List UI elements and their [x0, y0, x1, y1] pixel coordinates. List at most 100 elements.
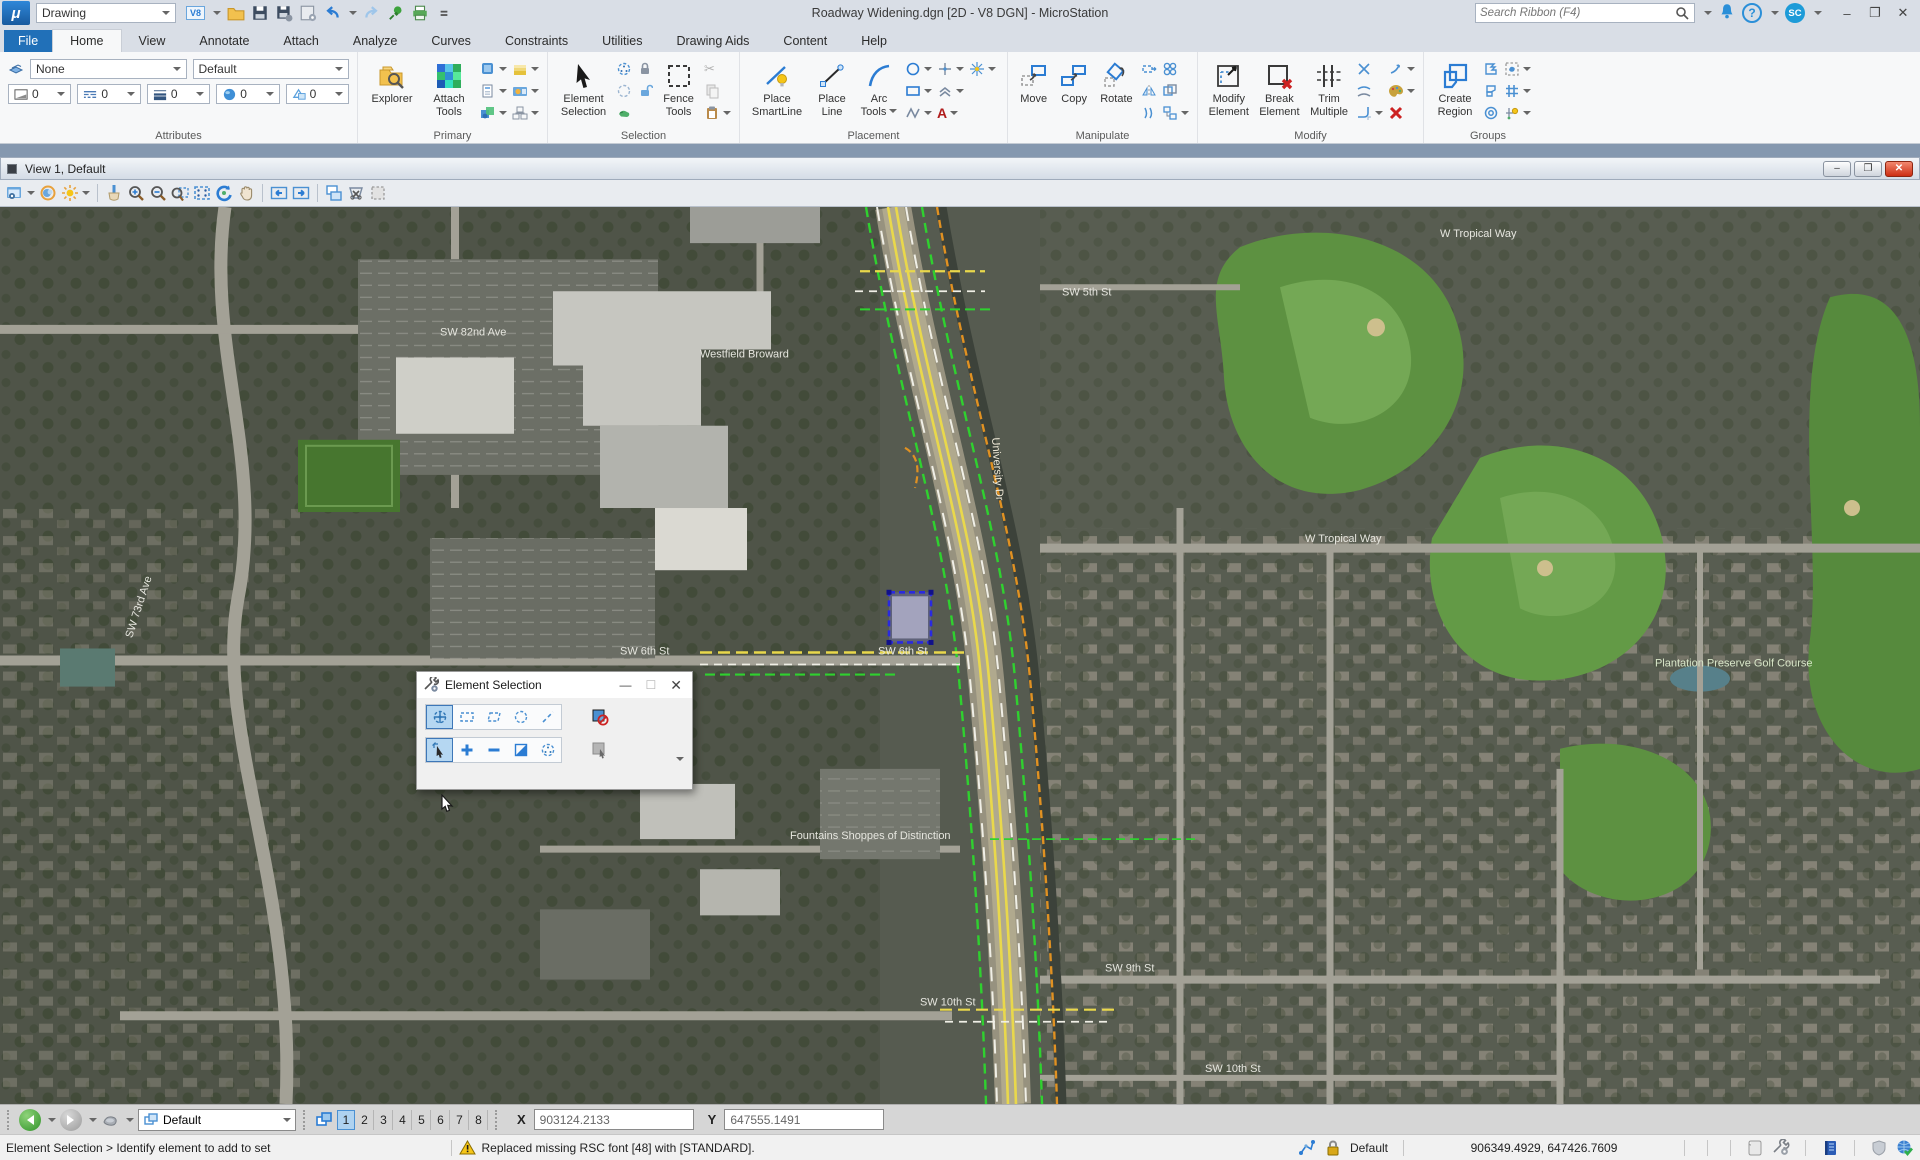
view-minimize-button[interactable]: – [1823, 161, 1851, 177]
mode-add-button[interactable] [453, 738, 480, 762]
move-parallel-button[interactable] [1141, 103, 1157, 122]
dialog-minimize-button[interactable]: — [620, 678, 632, 692]
x-coordinate-input[interactable] [534, 1109, 694, 1130]
view-groups-button[interactable] [512, 103, 539, 122]
view-next-button[interactable] [292, 182, 310, 204]
mode-subtract-button[interactable] [480, 738, 507, 762]
tab-view[interactable]: View [122, 30, 183, 52]
adjust-brightness-button[interactable] [61, 182, 90, 204]
method-line-button[interactable] [534, 705, 561, 729]
line-style-select[interactable]: 0 [77, 84, 140, 104]
array-button[interactable] [1162, 59, 1189, 78]
mirror-button[interactable] [1141, 81, 1157, 100]
lock-icon[interactable] [637, 59, 653, 78]
transparency-select[interactable]: 0 [286, 84, 349, 104]
help-icon[interactable]: ? [1742, 3, 1762, 23]
view-restore-button[interactable]: ❐ [1854, 161, 1882, 177]
line-weight-select[interactable]: 0 [147, 84, 210, 104]
level-display-button[interactable] [480, 59, 507, 78]
fillet-button[interactable] [1356, 103, 1383, 122]
tab-home[interactable]: Home [52, 29, 121, 52]
snap-mode-icon[interactable] [1298, 1139, 1316, 1157]
fence-tools-button[interactable]: Fence Tools [658, 57, 699, 118]
select-previous-icon[interactable] [616, 103, 632, 122]
standards-book-icon[interactable] [1821, 1139, 1839, 1157]
explorer-button[interactable]: Explorer [366, 57, 418, 106]
markups-button[interactable] [512, 81, 539, 100]
select-all-button[interactable] [586, 738, 614, 762]
save-settings-icon[interactable] [298, 4, 317, 23]
toolbar-grip[interactable] [303, 1110, 308, 1130]
change-attributes-button[interactable] [1388, 81, 1415, 100]
place-line-button[interactable]: Place Line [811, 57, 853, 118]
view-toggle-8[interactable]: 8 [470, 1110, 488, 1130]
view-toggle-4[interactable]: 4 [394, 1110, 412, 1130]
y-coordinate-input[interactable] [724, 1109, 884, 1130]
close-button[interactable]: ✕ [1890, 3, 1916, 23]
zoom-out-button[interactable] [149, 182, 167, 204]
disable-handles-button[interactable] [586, 705, 614, 729]
view-1-canvas[interactable]: SW 82nd Ave Westfield Broward SW 5th St … [0, 207, 1920, 1104]
align-button[interactable] [1162, 81, 1189, 100]
class-select[interactable]: 0 [216, 84, 279, 104]
view-window-titlebar[interactable]: View 1, Default – ❐ ✕ [0, 157, 1920, 180]
restore-button[interactable]: ❐ [1862, 3, 1888, 23]
search-scope-caret[interactable] [1704, 11, 1712, 19]
place-point-button[interactable] [937, 59, 964, 78]
drop-element-button[interactable] [1504, 59, 1531, 78]
color-select[interactable]: 0 [8, 84, 71, 104]
rotate-button[interactable]: Rotate [1097, 57, 1136, 106]
method-circle-button[interactable] [507, 705, 534, 729]
account-caret[interactable] [1814, 11, 1822, 19]
dialog-expand-caret[interactable] [676, 757, 684, 765]
rotate-view-button[interactable] [215, 182, 233, 204]
active-settings-icon[interactable] [1772, 1139, 1790, 1157]
workflow-select[interactable]: Drawing [36, 3, 176, 23]
forward-button[interactable] [60, 1109, 82, 1131]
tab-constraints[interactable]: Constraints [488, 30, 585, 52]
customize-toolbar-button[interactable] [434, 4, 453, 23]
view-close-button[interactable]: ✕ [1885, 161, 1913, 177]
ribbon-search[interactable] [1475, 3, 1695, 23]
help-caret[interactable] [1771, 11, 1779, 19]
trim-multiple-button[interactable]: Trim Multiple [1307, 57, 1351, 118]
view-menu-icon[interactable] [7, 164, 17, 174]
open-file-icon[interactable] [226, 4, 245, 23]
window-area-button[interactable] [171, 182, 189, 204]
status-notification[interactable]: Replaced missing RSC font [48] with [STA… [482, 1141, 755, 1155]
stretch-button[interactable] [1141, 59, 1157, 78]
version-v8-button[interactable]: V8 [186, 6, 205, 20]
clip-mask-button[interactable] [369, 182, 387, 204]
back-button[interactable] [19, 1109, 41, 1131]
minimize-button[interactable]: – [1834, 3, 1860, 23]
user-avatar[interactable]: SC [1785, 3, 1805, 23]
zoom-in-button[interactable] [127, 182, 145, 204]
selection-set-icon[interactable] [1746, 1139, 1764, 1157]
place-chevrons-button[interactable] [937, 81, 964, 100]
pin-button[interactable] [386, 4, 405, 23]
view-toggle-7[interactable]: 7 [451, 1110, 469, 1130]
view-attributes-button[interactable] [6, 182, 35, 204]
create-donut-button[interactable] [1483, 103, 1499, 122]
pan-view-button[interactable] [237, 182, 255, 204]
delete-button[interactable] [1388, 103, 1415, 122]
view-previous-button[interactable] [270, 182, 288, 204]
trim-to-element-button[interactable] [1356, 81, 1383, 100]
place-block-button[interactable] [905, 81, 932, 100]
undo-button[interactable] [322, 4, 341, 23]
view-toggle-1[interactable]: 1 [337, 1110, 355, 1130]
method-block-button[interactable] [453, 705, 480, 729]
tab-content[interactable]: Content [766, 30, 844, 52]
toolbar-grip[interactable] [7, 1110, 12, 1130]
group-hole-button[interactable] [1483, 81, 1499, 100]
mode-invert-button[interactable] [507, 738, 534, 762]
undo-history-caret[interactable] [349, 11, 357, 19]
tab-drawing-aids[interactable]: Drawing Aids [659, 30, 766, 52]
view-group-select[interactable]: Default [138, 1109, 296, 1131]
tab-annotate[interactable]: Annotate [182, 30, 266, 52]
select-by-attributes-icon[interactable] [616, 59, 632, 78]
models-button[interactable] [480, 81, 507, 100]
graphic-group-button[interactable] [1504, 103, 1531, 122]
template-select[interactable]: None [30, 59, 187, 79]
arc-tools-button[interactable]: Arc Tools [858, 57, 900, 118]
